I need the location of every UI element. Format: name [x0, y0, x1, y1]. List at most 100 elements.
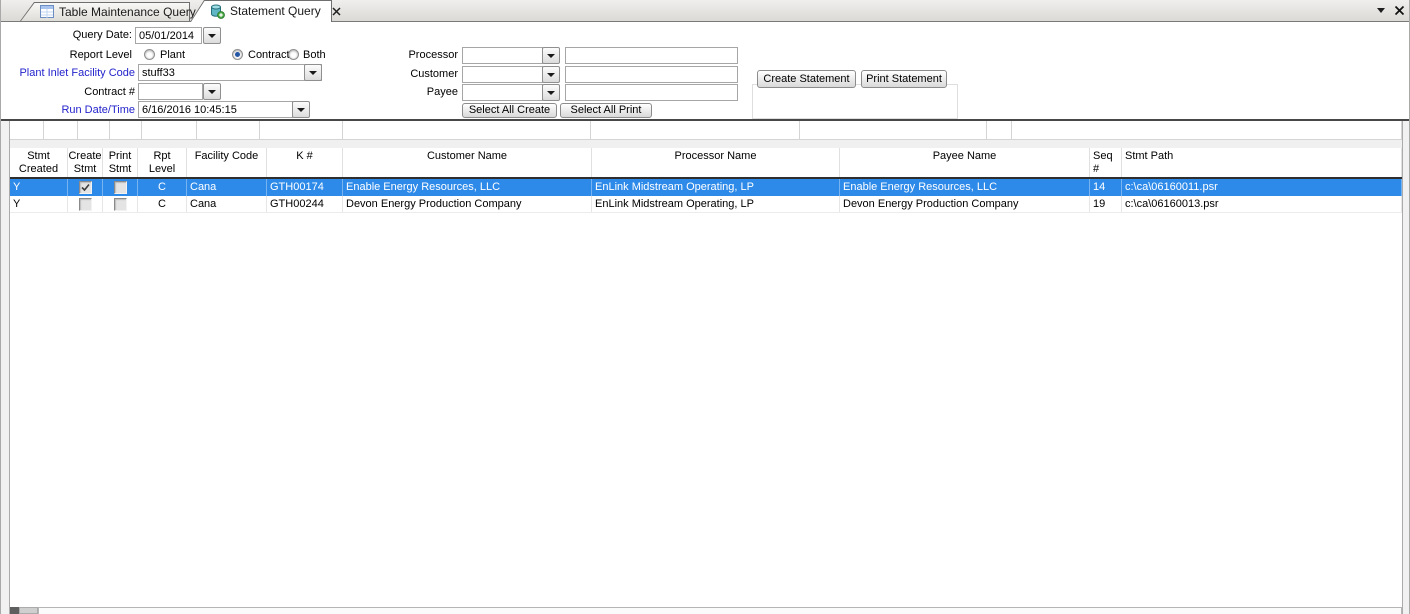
report-level-label: Report Level: [0, 48, 132, 62]
filter-band-cell[interactable]: [343, 121, 591, 140]
scrollbar-thumb[interactable]: [19, 607, 38, 614]
grid-row[interactable]: YCCanaGTH00244Devon Energy Production Co…: [10, 196, 1402, 213]
filter-band-cell[interactable]: [591, 121, 800, 140]
grid-cell[interactable]: [68, 179, 103, 196]
grid-header-seq-[interactable]: Seq #: [1090, 148, 1122, 177]
grid-header-payee-name[interactable]: Payee Name: [840, 148, 1090, 177]
radio-contract[interactable]: [232, 49, 243, 60]
table-icon: [40, 5, 54, 18]
print-statement-button[interactable]: Print Statement: [861, 70, 947, 88]
payee-label: Payee: [360, 85, 458, 99]
grid-header-k-[interactable]: K #: [267, 148, 343, 177]
grid-cell[interactable]: [103, 179, 138, 196]
plant-inlet-facility-code-combo[interactable]: stuff33: [138, 64, 322, 81]
contract-number-label: Contract #: [0, 85, 135, 99]
grid-cell[interactable]: [103, 196, 138, 212]
filter-band-cell[interactable]: [44, 121, 78, 140]
statement-actions-panel: [752, 84, 958, 119]
application-window: Table Maintenance Query Statement Query: [0, 0, 1410, 614]
tab-statement-query[interactable]: Statement Query: [190, 0, 332, 22]
grid-header-row: Stmt CreatedCreate StmtPrint StmtRpt Lev…: [10, 148, 1402, 179]
filter-band-cell[interactable]: [260, 121, 343, 140]
payee-dropdown-button[interactable]: [542, 84, 560, 101]
grid-header-customer-name[interactable]: Customer Name: [343, 148, 592, 177]
processor-combo[interactable]: [462, 47, 543, 64]
query-date-dropdown-button[interactable]: [203, 27, 221, 44]
grid-header-rpt-level[interactable]: Rpt Level: [138, 148, 187, 177]
grid-cell: C: [138, 179, 187, 196]
grid-header-create-stmt[interactable]: Create Stmt: [68, 148, 103, 177]
window-close-icon[interactable]: [1394, 5, 1405, 16]
customer-label: Customer: [360, 67, 458, 81]
grid-cell: GTH00244: [267, 196, 343, 212]
contract-number-dropdown-button[interactable]: [203, 83, 221, 100]
filter-band-cell[interactable]: [800, 121, 987, 140]
horizontal-scrollbar[interactable]: [10, 607, 1402, 614]
select-all-create-button[interactable]: Select All Create: [462, 103, 557, 118]
checkbox-unchecked[interactable]: [114, 198, 127, 211]
grid-header-processor-name[interactable]: Processor Name: [592, 148, 840, 177]
processor-name-input[interactable]: [565, 47, 738, 64]
tab-close-icon[interactable]: [332, 5, 341, 17]
filter-band-cell[interactable]: [197, 121, 260, 140]
radio-both-fixed[interactable]: [288, 49, 299, 60]
create-statement-button[interactable]: Create Statement: [757, 70, 856, 88]
grid-header-print-stmt[interactable]: Print Stmt: [103, 148, 138, 177]
grid-cell: Devon Energy Production Company: [840, 196, 1090, 212]
tab-table-maintenance-query[interactable]: Table Maintenance Query: [20, 2, 190, 21]
grid-cell: Y: [10, 179, 68, 196]
grid-cell: GTH00174: [267, 179, 343, 196]
database-add-icon: [210, 4, 225, 19]
grid-cell: c:\ca\06160011.psr: [1122, 179, 1402, 196]
grid-row-selector-gutter: [0, 121, 10, 614]
tab-label: Statement Query: [230, 4, 321, 18]
processor-dropdown-button[interactable]: [542, 47, 560, 64]
grid-band-gap: [10, 140, 1402, 148]
grid-cell: Y: [10, 196, 68, 212]
grid-row[interactable]: Y CCanaGTH00174Enable Energy Resources, L…: [10, 179, 1402, 196]
payee-combo[interactable]: [462, 84, 543, 101]
filter-band-cell[interactable]: [987, 121, 1012, 140]
run-date-time-dropdown-button[interactable]: [292, 101, 310, 118]
run-date-time-combo[interactable]: 6/16/2016 10:45:15: [138, 101, 293, 118]
filter-band-cell[interactable]: [78, 121, 110, 140]
customer-name-input[interactable]: [565, 66, 738, 83]
filter-band-cell[interactable]: [110, 121, 142, 140]
grid-cell: EnLink Midstream Operating, LP: [592, 196, 840, 212]
grid-cell[interactable]: [68, 196, 103, 212]
grid-cell: c:\ca\06160013.psr: [1122, 196, 1402, 212]
grid-cell: Enable Energy Resources, LLC: [343, 179, 592, 196]
payee-name-input[interactable]: [565, 84, 738, 101]
window-left-edge: [0, 0, 1, 614]
checkbox-checked[interactable]: [79, 181, 92, 194]
grid-header-stmt-created[interactable]: Stmt Created: [10, 148, 68, 177]
scrollbar-track[interactable]: [38, 607, 1402, 614]
scrollbar-box[interactable]: [10, 607, 19, 614]
query-date-input[interactable]: 05/01/2014: [135, 27, 202, 44]
tab-label: Table Maintenance Query: [59, 5, 196, 19]
filter-band-cell[interactable]: [10, 121, 44, 140]
facility-code-dropdown-button[interactable]: [304, 64, 322, 81]
checkbox-unchecked[interactable]: [114, 181, 127, 194]
grid-cell: 19: [1090, 196, 1122, 212]
radio-plant[interactable]: [144, 49, 155, 60]
grid-header-facility-code[interactable]: Facility Code: [187, 148, 267, 177]
grid-cell: EnLink Midstream Operating, LP: [592, 179, 840, 196]
radio-both-label: Both: [303, 48, 339, 62]
filter-band-cell[interactable]: [1012, 121, 1402, 140]
customer-dropdown-button[interactable]: [542, 66, 560, 83]
contract-number-combo[interactable]: [138, 83, 203, 100]
filter-band-cell[interactable]: [142, 121, 197, 140]
select-all-print-button[interactable]: Select All Print: [560, 103, 652, 118]
tab-list-chevron-icon[interactable]: [1377, 8, 1385, 13]
grid-filter-band: [10, 121, 1402, 140]
checkbox-unchecked[interactable]: [79, 198, 92, 211]
processor-label: Processor: [360, 48, 458, 62]
grid-cell: Cana: [187, 179, 267, 196]
statement-query-form: Query Date: 05/01/2014 Report Level Plan…: [0, 22, 1410, 119]
grid-header-stmt-path[interactable]: Stmt Path: [1122, 148, 1402, 177]
results-grid: Stmt CreatedCreate StmtPrint StmtRpt Lev…: [0, 121, 1410, 614]
customer-combo[interactable]: [462, 66, 543, 83]
run-date-time-label: Run Date/Time: [0, 103, 135, 117]
grid-rows: Y CCanaGTH00174Enable Energy Resources, L…: [10, 179, 1402, 213]
